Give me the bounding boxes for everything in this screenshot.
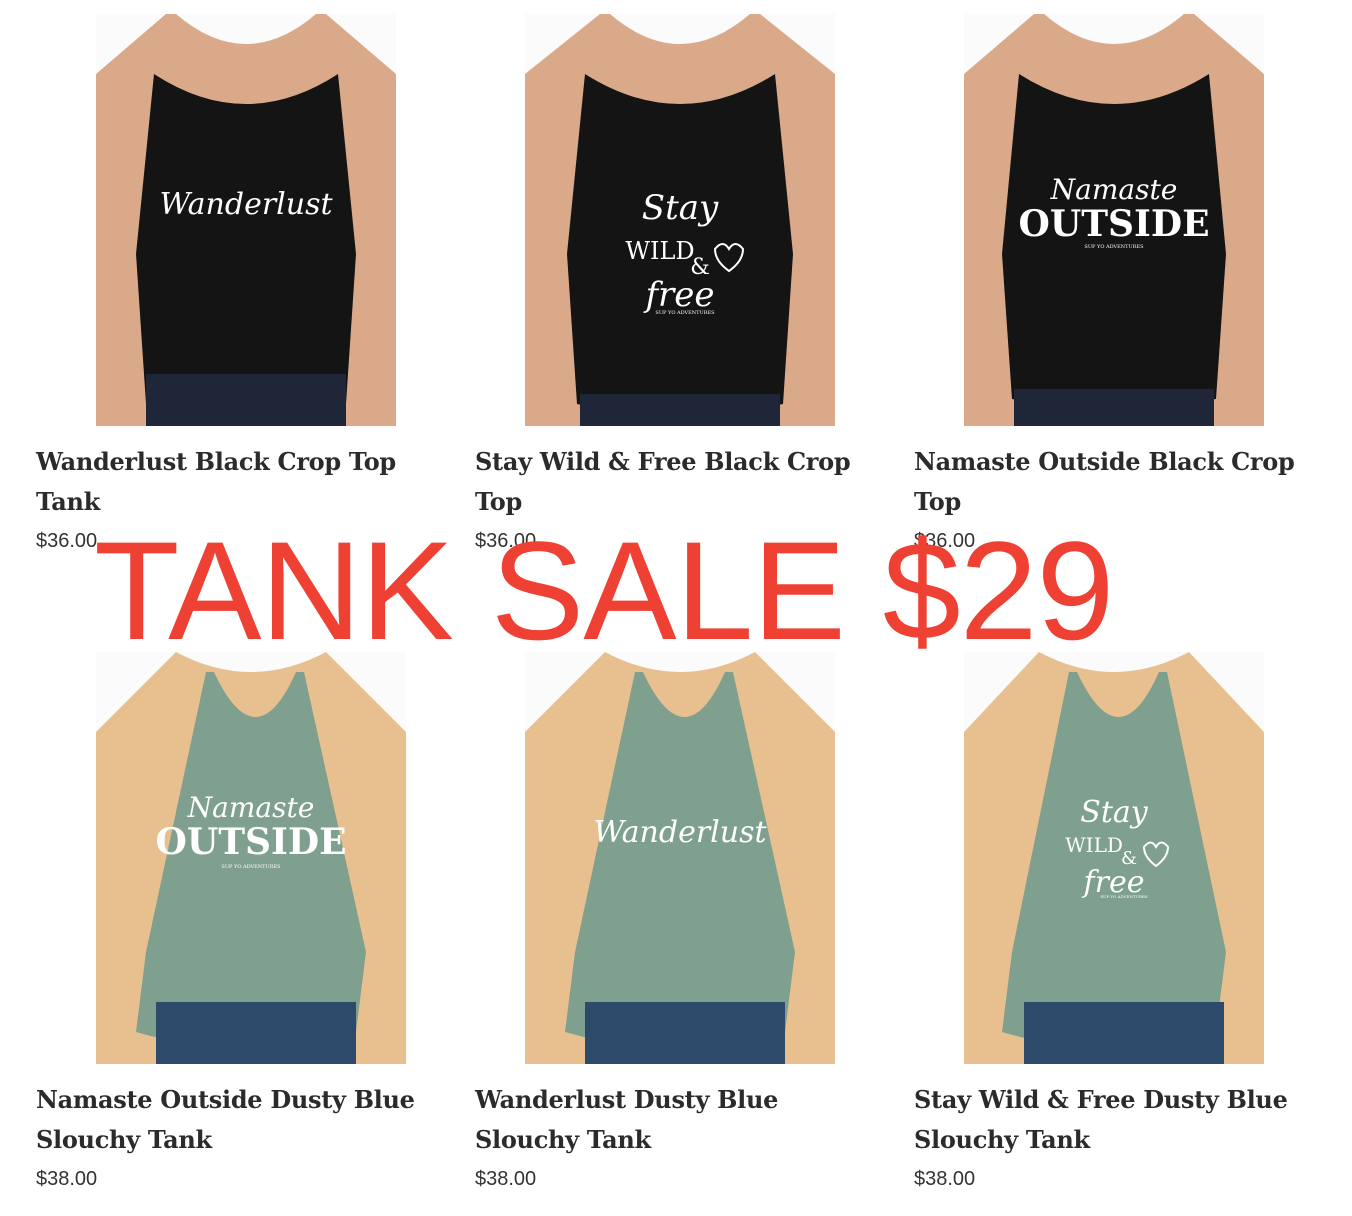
product-title-line[interactable]: Namaste Outside Dusty Blue xyxy=(36,1080,436,1120)
product-image[interactable]: Wanderlust xyxy=(96,14,396,426)
product-price: $38.00 xyxy=(36,1168,98,1190)
shirt-shape xyxy=(136,74,356,415)
product-image[interactable]: Wanderlust xyxy=(525,652,835,1064)
product-price: $38.00 xyxy=(914,1168,976,1190)
product-title-line[interactable]: Wanderlust Dusty Blue xyxy=(475,1080,875,1120)
sale-banner: TANK SALE $29 xyxy=(94,512,1114,669)
product-image[interactable]: Stay WILD & free SUP YO ADVENTURES xyxy=(525,14,835,426)
product-price: $36.00 xyxy=(36,530,98,552)
shirt-print-text: Stay xyxy=(642,188,719,228)
product-title-line[interactable]: Slouchy Tank xyxy=(475,1120,875,1160)
shirt-print-text: Namaste xyxy=(187,791,315,824)
shirt-print-text: WILD xyxy=(625,237,694,265)
product-title[interactable]: Stay Wild & Free Dusty Blue Slouchy Tank xyxy=(914,1080,1314,1160)
product-title-line[interactable]: Wanderlust Black Crop Top xyxy=(36,442,436,482)
shirt-print-text: SUP YO ADVENTURES xyxy=(655,310,715,316)
product-price: $38.00 xyxy=(475,1168,537,1190)
shirt-print-text: SUP YO ADVENTURES xyxy=(1100,894,1148,899)
product-image[interactable]: Stay WILD & free SUP YO ADVENTURES xyxy=(964,652,1264,1064)
product-title-line[interactable]: Stay Wild & Free Dusty Blue xyxy=(914,1080,1314,1120)
shirt-print-text: OUTSIDE xyxy=(155,821,346,863)
product-title[interactable]: Stay Wild & Free Black Crop Top xyxy=(475,442,875,522)
shirt-print-text: free xyxy=(642,275,714,315)
product-title[interactable]: Wanderlust Dusty Blue Slouchy Tank xyxy=(475,1080,875,1160)
shirt-print-text: WILD xyxy=(1065,833,1123,857)
shirt-print-text: Wanderlust xyxy=(593,815,767,850)
shirt-print-text: Stay xyxy=(1080,795,1148,830)
shirt-print-text: OUTSIDE xyxy=(1018,203,1209,245)
shirt-print-text: Namaste xyxy=(1050,173,1178,206)
product-title[interactable]: Namaste Outside Dusty Blue Slouchy Tank xyxy=(36,1080,436,1160)
product-title-line[interactable]: Stay Wild & Free Black Crop xyxy=(475,442,875,482)
product-title[interactable]: Wanderlust Black Crop Top Tank xyxy=(36,442,436,522)
product-title-line[interactable]: Slouchy Tank xyxy=(36,1120,436,1160)
product-title-line[interactable]: Namaste Outside Black Crop xyxy=(914,442,1314,482)
shirt-print-text: Wanderlust xyxy=(159,187,333,222)
product-image[interactable]: Namaste OUTSIDE SUP YO ADVENTURES xyxy=(964,14,1264,426)
shirt-print-text: SUP YO ADVENTURES xyxy=(1084,244,1144,250)
shirt-print-text: SUP YO ADVENTURES xyxy=(221,864,281,870)
product-title[interactable]: Namaste Outside Black Crop Top xyxy=(914,442,1314,522)
product-image[interactable]: Namaste OUTSIDE SUP YO ADVENTURES xyxy=(96,652,406,1064)
product-title-line[interactable]: Slouchy Tank xyxy=(914,1120,1314,1160)
